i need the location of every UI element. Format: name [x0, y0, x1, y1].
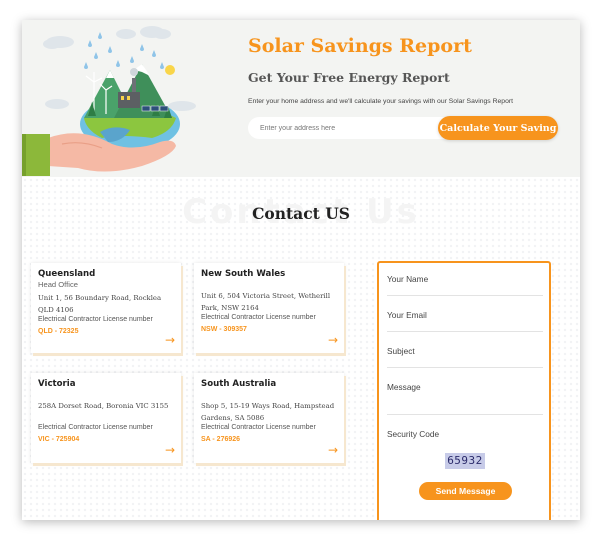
subject-field-underline: [387, 367, 543, 368]
email-field[interactable]: Your Email: [387, 310, 427, 320]
hand-holding-earth-illustration: [22, 26, 196, 176]
office-subtitle: Head Office: [38, 280, 78, 289]
arrow-right-icon[interactable]: →: [165, 334, 175, 346]
license-number: QLD - 72325: [38, 328, 79, 335]
contact-form: Your Name Your Email Subject Message Sec…: [377, 261, 551, 520]
hero-title: Solar Savings Report: [248, 35, 472, 57]
page-frame: Solar Savings Report Get Your Free Energ…: [22, 20, 580, 520]
office-address: 258A Dorset Road, Boronia VIC 3155: [38, 402, 169, 410]
address-input[interactable]: [248, 117, 448, 139]
office-address: Unit 6, 504 Victoria Street, Wetherill P…: [201, 292, 331, 312]
office-name: South Australia: [201, 379, 277, 389]
office-address: Shop 5, 15-19 Ways Road, Hampstead Garde…: [201, 402, 335, 422]
security-code-field[interactable]: Security Code: [387, 429, 439, 439]
subject-field[interactable]: Subject: [387, 346, 415, 356]
office-card-victoria: Victoria 258A Dorset Road, Boronia VIC 3…: [31, 373, 181, 463]
message-field-underline: [387, 414, 543, 415]
contact-title: Contact US: [252, 204, 350, 223]
office-card-new-south-wales: New South Wales Unit 6, 504 Victoria Str…: [194, 263, 344, 353]
license-label: Electrical Contractor License number: [38, 316, 153, 323]
name-field-underline: [387, 295, 543, 296]
email-field-underline: [387, 331, 543, 332]
license-number: VIC - 725904: [38, 436, 80, 443]
hero-description: Enter your home address and we'll calcul…: [248, 98, 513, 105]
license-label: Electrical Contractor License number: [201, 314, 316, 321]
arrow-right-icon[interactable]: →: [328, 444, 338, 456]
license-label: Electrical Contractor License number: [201, 424, 316, 431]
hero-subtitle: Get Your Free Energy Report: [248, 70, 450, 85]
arrow-right-icon[interactable]: →: [328, 334, 338, 346]
office-address: Unit 1, 56 Boundary Road, Rocklea QLD 41…: [38, 294, 162, 314]
arrow-right-icon[interactable]: →: [165, 444, 175, 456]
name-field[interactable]: Your Name: [387, 274, 428, 284]
license-label: Electrical Contractor License number: [38, 424, 153, 431]
license-number: SA - 276926: [201, 436, 241, 443]
captcha-image: 65932: [445, 453, 485, 469]
office-card-south-australia: South Australia Shop 5, 15-19 Ways Road,…: [194, 373, 344, 463]
license-number: NSW - 309357: [201, 326, 247, 333]
send-message-button[interactable]: Send Message: [419, 482, 512, 500]
calculate-saving-button[interactable]: Calculate Your Saving: [438, 116, 558, 140]
office-name: Victoria: [38, 379, 76, 389]
office-name: New South Wales: [201, 269, 286, 279]
message-field[interactable]: Message: [387, 382, 421, 392]
office-card-queensland: Queensland Head Office Unit 1, 56 Bounda…: [31, 263, 181, 353]
office-name: Queensland: [38, 269, 96, 279]
hero-banner: Solar Savings Report Get Your Free Energ…: [22, 20, 580, 177]
